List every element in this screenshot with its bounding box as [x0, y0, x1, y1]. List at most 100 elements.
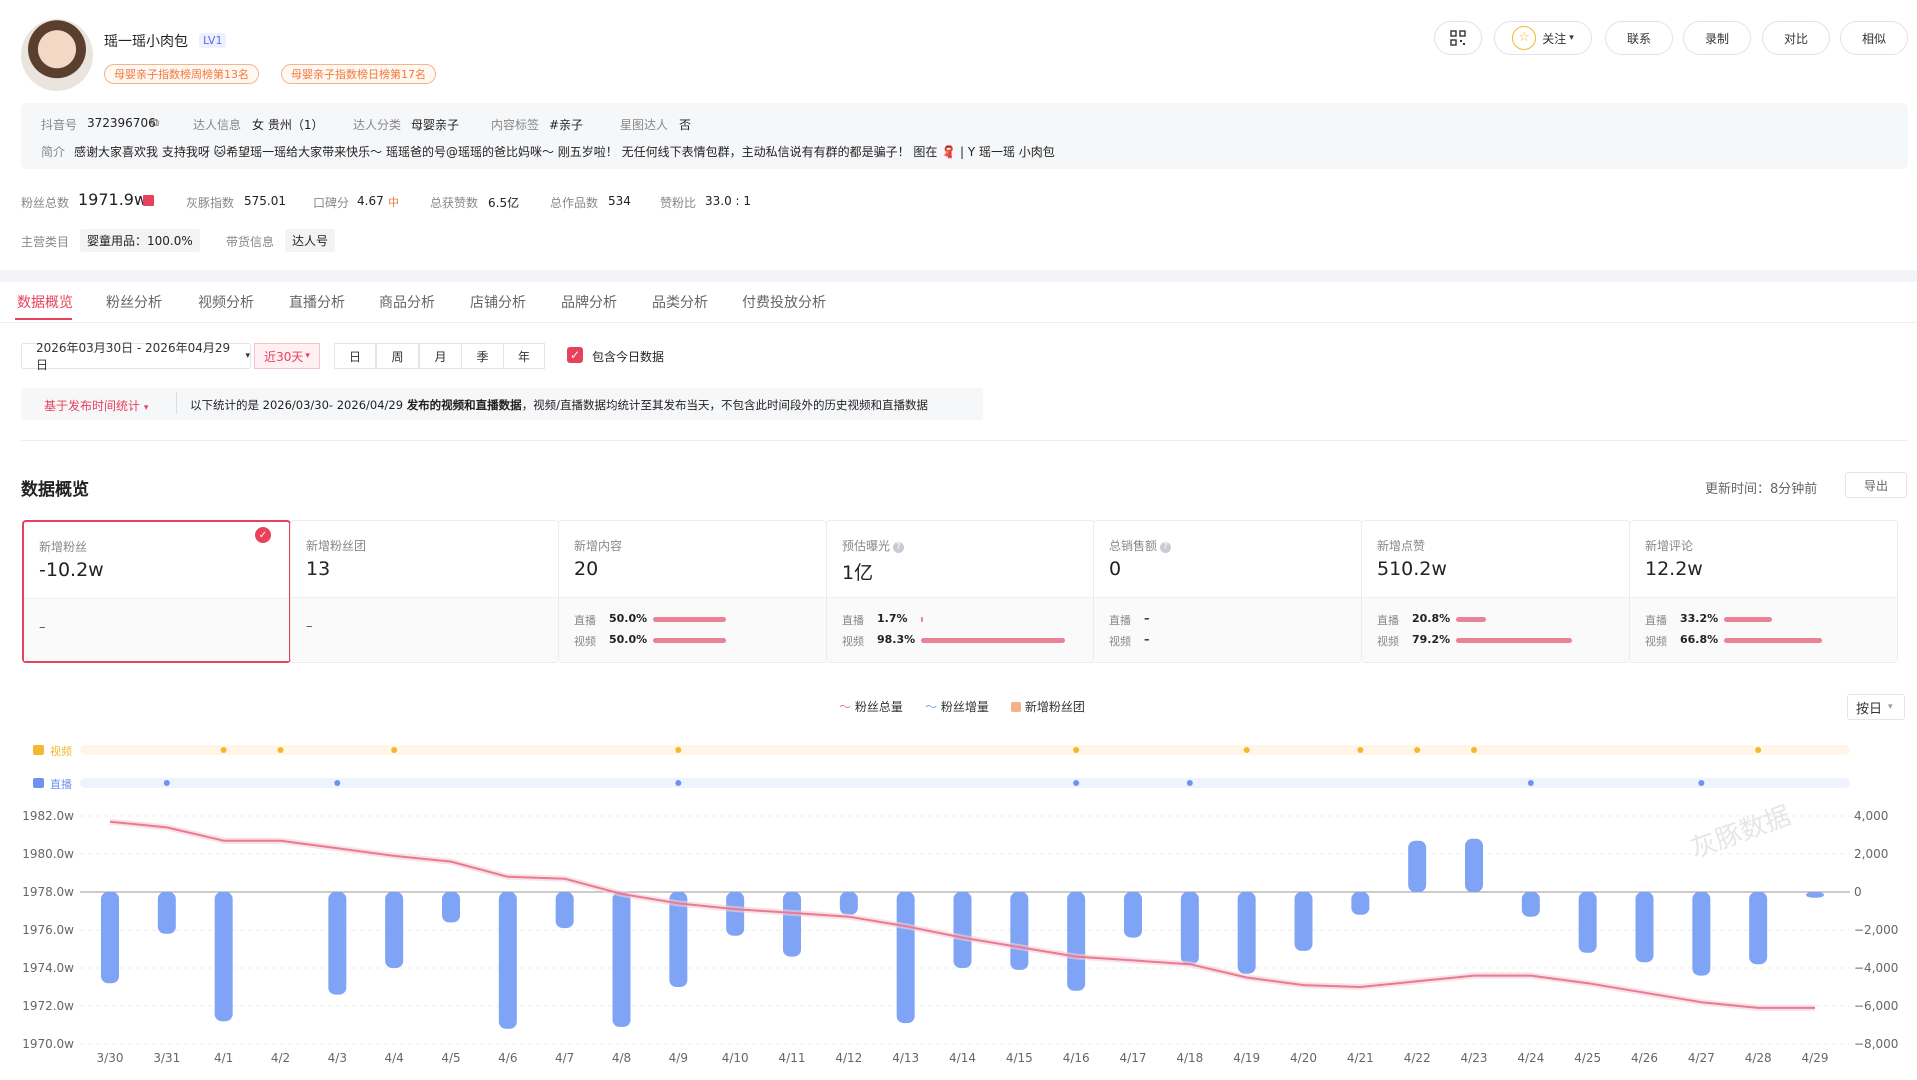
tab-fans[interactable]: 粉丝分析 — [106, 292, 162, 312]
note-suffix: ，视频/直播数据均统计至其发布当天，不包含此时间段外的历史视频和直播数据 — [521, 398, 929, 412]
qrcode-button[interactable] — [1434, 21, 1482, 55]
x-tick-label: 4/25 — [1574, 1051, 1601, 1065]
tab-category[interactable]: 品类分析 — [652, 292, 708, 312]
legend-club[interactable]: 新增粉丝团 — [1011, 698, 1085, 715]
card-empty: – — [306, 619, 313, 634]
period-week[interactable]: 周 — [376, 343, 419, 369]
category-label: 达人分类 — [353, 118, 402, 132]
tab-brand[interactable]: 品牌分析 — [561, 292, 617, 312]
help-icon[interactable]: ? — [893, 542, 905, 553]
metric-card[interactable]: 总销售额? 0 直播 – 视频 – — [1093, 520, 1362, 663]
metric-card[interactable]: 新增内容 20 直播 50.0% 视频 50.0% — [558, 520, 827, 663]
metric-card[interactable]: 新增粉丝 -10.2w – — [22, 520, 291, 663]
card-footer — [1362, 598, 1629, 662]
x-tick-label: 4/7 — [555, 1051, 574, 1065]
video-percent: 79.2% — [1412, 633, 1451, 646]
index-value: 575.01 — [244, 194, 286, 208]
goods-tag: 达人号 — [285, 229, 336, 252]
rank-badge-daily[interactable]: 母婴亲子指数榜日榜第17名 — [281, 64, 436, 84]
card-value: 1亿 — [842, 562, 874, 584]
chevron-down-icon: ▾ — [143, 403, 149, 413]
export-button[interactable]: 导出 — [1845, 472, 1907, 498]
legend-delta-label: 粉丝增量 — [940, 700, 989, 714]
likes-label: 总获赞数 — [430, 196, 479, 210]
period-year[interactable]: 年 — [503, 343, 545, 369]
copy-icon[interactable]: ⧉ — [151, 116, 159, 130]
tab-overview[interactable]: 数据概览 — [17, 292, 73, 312]
video-event-dot — [1414, 747, 1421, 753]
date-range-picker[interactable]: 2026年03月30日 - 2026年04月29日 ▾ — [21, 341, 251, 372]
compare-button[interactable]: 对比 — [1762, 21, 1830, 55]
record-button[interactable]: 录制 — [1683, 21, 1751, 55]
metric-card[interactable]: 新增点赞 510.2w 直播 20.8% 视频 79.2% — [1361, 520, 1630, 663]
video-share-bar — [1456, 638, 1572, 643]
card-footer — [559, 598, 826, 662]
tab-live[interactable]: 直播分析 — [289, 292, 345, 312]
rank-badge-weekly[interactable]: 母婴亲子指数榜周榜第13名 — [104, 64, 259, 84]
follow-button[interactable]: ☆ 关注 ▾ — [1494, 21, 1592, 55]
chart-icon[interactable] — [143, 195, 154, 206]
x-tick-label: 4/14 — [949, 1051, 976, 1065]
legend-total-label: 粉丝总量 — [854, 700, 903, 714]
card-divider — [1362, 597, 1629, 598]
x-tick-label: 4/17 — [1120, 1051, 1147, 1065]
card-divider — [559, 597, 826, 598]
avatar[interactable] — [21, 19, 93, 91]
card-divider — [1094, 597, 1361, 598]
y-right-tick-label: −6,000 — [1854, 999, 1898, 1013]
card-title: 新增粉丝团 — [306, 539, 367, 553]
help-icon[interactable]: ? — [1160, 542, 1172, 553]
x-tick-label: 4/29 — [1802, 1051, 1829, 1065]
line-icon: 〜 — [925, 700, 938, 714]
period-quarter[interactable]: 季 — [461, 343, 504, 369]
live-percent: 33.2% — [1680, 612, 1719, 625]
x-tick-label: 4/10 — [722, 1051, 749, 1065]
granularity-label: 按日 — [1856, 701, 1883, 717]
basis-dropdown[interactable]: 基于发布时间统计 ▾ — [44, 397, 148, 414]
legend-delta[interactable]: 〜 粉丝增量 — [925, 698, 989, 715]
card-title: 预估曝光? — [842, 537, 905, 554]
metric-card[interactable]: 新增粉丝团 13 – — [290, 520, 559, 663]
star-value: 否 — [679, 118, 692, 132]
period-day[interactable]: 日 — [334, 343, 376, 369]
live-percent: – — [1144, 612, 1150, 625]
video-label: 视频 — [1109, 635, 1131, 648]
period-30d[interactable]: 近30天 ▾ — [254, 343, 320, 369]
live-label: 直播 — [1377, 614, 1399, 627]
tab-shop[interactable]: 店铺分析 — [470, 292, 526, 312]
contact-button[interactable]: 联系 — [1605, 21, 1673, 55]
live-share-bar — [1456, 617, 1487, 622]
video-event-dot — [391, 747, 398, 753]
fans-delta-bar — [1692, 892, 1711, 976]
fans-label: 粉丝总数 — [21, 196, 70, 210]
fans-delta-bar — [214, 892, 233, 1022]
video-event-dot — [1471, 747, 1477, 753]
include-today-checkbox[interactable]: ✓ — [567, 347, 583, 363]
legend-total[interactable]: 〜 粉丝总量 — [839, 698, 903, 715]
x-tick-label: 4/12 — [835, 1051, 862, 1065]
tab-ads[interactable]: 付费投放分析 — [742, 292, 826, 312]
live-event-dot — [163, 780, 170, 786]
x-tick-label: 4/22 — [1404, 1051, 1431, 1065]
tab-goods[interactable]: 商品分析 — [379, 292, 435, 312]
similar-button[interactable]: 相似 — [1840, 21, 1908, 55]
x-tick-label: 4/23 — [1461, 1051, 1488, 1065]
square-icon — [1011, 702, 1021, 712]
period-month[interactable]: 月 — [419, 343, 462, 369]
live-share-bar — [1724, 617, 1773, 622]
live-event-track — [80, 778, 1850, 788]
y-right-tick-label: −4,000 — [1854, 961, 1898, 975]
tab-video[interactable]: 视频分析 — [198, 292, 254, 312]
metric-card[interactable]: 新增评论 12.2w 直播 33.2% 视频 66.8% — [1629, 520, 1898, 663]
granularity-select[interactable]: 按日 ▾ — [1847, 694, 1905, 720]
video-event-dot — [220, 747, 227, 753]
live-percent: 50.0% — [609, 612, 648, 625]
goods-label: 带货信息 — [226, 235, 275, 249]
x-tick-label: 4/21 — [1347, 1051, 1374, 1065]
index-label: 灰豚指数 — [186, 196, 235, 210]
bio-text: 感谢大家喜欢我 支持我呀 🐱希望瑶一瑶给大家带来快乐～ 瑶瑶爸的号@瑶瑶的爸比妈… — [74, 145, 1055, 159]
metric-card[interactable]: 预估曝光? 1亿 直播 1.7% 视频 98.3% — [826, 520, 1095, 663]
date-range-text: 2026年03月30日 - 2026年04月29日 — [36, 341, 231, 372]
fans-chart[interactable]: 1982.0w 4,000 1980.0w 2,000 1978.0w 0 1976.0w −… — [0, 730, 1917, 1080]
douyin-id: 372396706 — [87, 116, 156, 130]
